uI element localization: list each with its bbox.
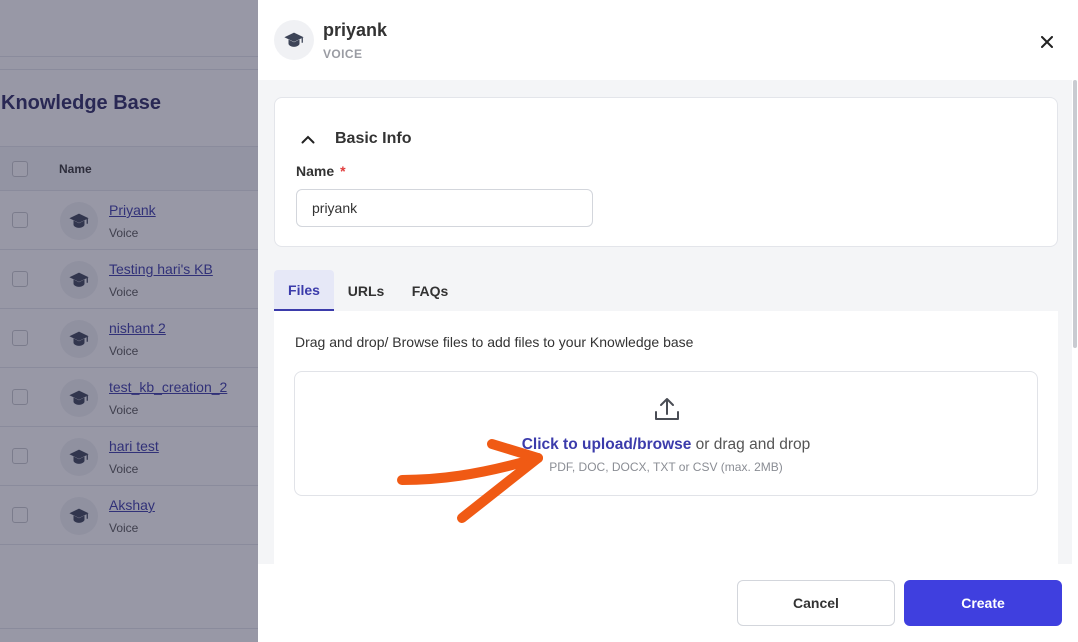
basic-info-card: Basic Info Name *	[274, 97, 1058, 247]
file-dropzone[interactable]: Click to upload/browse or drag and drop …	[294, 371, 1038, 496]
files-panel: Drag and drop/ Browse files to add files…	[274, 311, 1058, 564]
drawer-title: priyank	[323, 20, 388, 40]
drawer-header: priyank VOICE	[258, 0, 1078, 80]
tab-urls[interactable]: URLs	[336, 270, 396, 311]
graduation-cap-icon	[274, 20, 314, 60]
name-label-text: Name	[296, 163, 335, 179]
drawer-subtitle: VOICE	[323, 47, 363, 61]
scrollbar-thumb[interactable]	[1073, 80, 1077, 348]
basic-info-toggle[interactable]: Basic Info	[301, 130, 411, 148]
upload-browse-link[interactable]: Click to upload/browse	[522, 436, 692, 453]
upload-suffix: or drag and drop	[691, 436, 811, 453]
name-input[interactable]	[296, 189, 593, 227]
drawer-body: Basic Info Name * Files URLs FAQs Drag an…	[258, 80, 1072, 564]
cancel-button[interactable]: Cancel	[737, 580, 895, 626]
chevron-up-icon	[301, 135, 315, 143]
tab-files[interactable]: Files	[274, 270, 334, 311]
tab-faqs[interactable]: FAQs	[400, 270, 460, 311]
close-icon[interactable]	[1038, 33, 1056, 51]
upload-icon	[655, 398, 679, 420]
upload-instructions: Click to upload/browse or drag and drop	[295, 436, 1037, 454]
name-label: Name *	[296, 163, 346, 179]
scrollbar[interactable]	[1072, 80, 1078, 564]
files-description: Drag and drop/ Browse files to add files…	[295, 334, 694, 350]
required-marker: *	[340, 163, 346, 179]
upload-hint: PDF, DOC, DOCX, TXT or CSV (max. 2MB)	[549, 460, 783, 474]
create-button[interactable]: Create	[904, 580, 1062, 626]
section-title: Basic Info	[335, 130, 412, 147]
knowledge-base-drawer: priyank VOICE Basic Info Name * Files URL…	[258, 0, 1078, 642]
drawer-footer: Cancel Create	[258, 564, 1078, 642]
tab-bar: Files URLs FAQs	[274, 270, 1058, 311]
